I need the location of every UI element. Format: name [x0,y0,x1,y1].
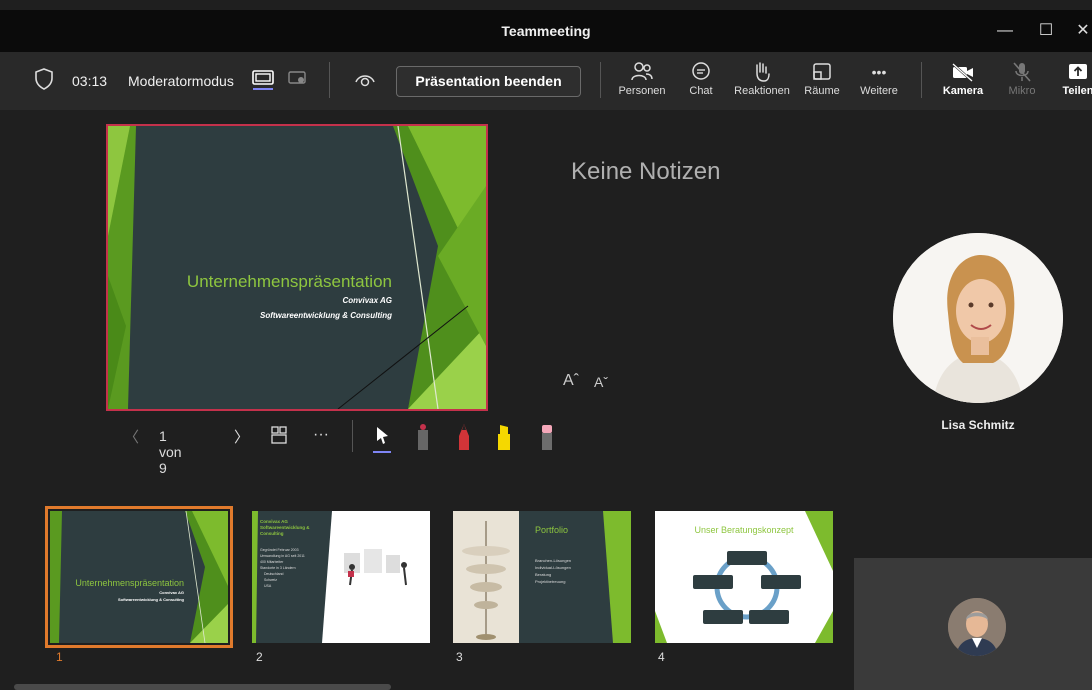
presenter-mode-label: Moderatormodus [128,73,234,89]
increase-font-button[interactable]: Aˆ [563,372,579,390]
private-view-icon[interactable] [354,70,376,93]
thumb-subtitle: Convivax AG [159,590,184,595]
mic-button[interactable]: Mikro [1002,59,1042,97]
self-avatar [948,598,1006,656]
people-icon [631,62,653,81]
reactions-label: Reaktionen [734,85,790,97]
rooms-button[interactable]: Räume [802,59,842,97]
more-label: Weitere [860,85,898,97]
next-slide-button[interactable]: 〉 [234,426,249,447]
thumb-bullet: Individual-Lösungen [535,565,571,570]
thumb-bullets: Gegründet Februar 2003 Umwandlung in AG … [260,547,324,589]
reactions-button[interactable]: Reaktionen [731,59,793,97]
close-button[interactable]: ✕ [1070,18,1092,44]
share-label: Teilen [1062,85,1092,97]
presenter-view-icon[interactable] [251,68,275,95]
laser-pointer-icon[interactable] [415,422,431,456]
red-pen-icon[interactable] [456,422,472,456]
slide-thumbnail-3[interactable]: Portfolio Branchen-Lösungen Individual-L… [453,511,631,643]
slide-title: Unternehmenspräsentation [186,272,392,291]
separator [329,62,330,98]
participant-name: Lisa Schmitz [941,418,1015,432]
thumb-bullets: Branchen-Lösungen Individual-Lösungen Be… [535,557,571,585]
more-button[interactable]: ••• Weitere [856,59,902,97]
shield-icon[interactable] [34,67,54,96]
pointer-tool-icon[interactable] [373,424,391,458]
camera-off-icon [952,63,973,82]
decrease-font-button[interactable]: Aˇ [594,374,608,390]
more-options-button[interactable]: ··· [313,426,329,444]
slide-counter: 1 von 9 [159,428,182,476]
eraser-icon[interactable] [539,422,555,456]
thumb-bullet: USA [264,584,272,588]
thumb-title: Convivax AG Softwareentwicklung & Consul… [260,519,310,536]
slide-subtitle-tagline: Softwareentwicklung & Consulting [259,311,392,320]
participant-avatar[interactable] [893,233,1063,403]
slide-subtitle-company: Convivax AG [342,296,393,305]
thumb-bullet: Projektbetreuung [535,579,566,584]
slide-thumbnail-4[interactable]: Unser Beratungskonzept [655,511,833,643]
slide-number-2: 2 [256,650,263,664]
highlighter-icon[interactable] [495,422,513,456]
end-presentation-button[interactable]: Präsentation beenden [396,66,581,97]
teams-meeting-window: Teammeeting — ☐ ✕ 03:13 Moderatormodus P… [0,0,1092,690]
thumbnail-scrollbar[interactable] [14,684,391,690]
thumb-title: Unser Beratungskonzept [694,525,794,535]
speaker-notes: Keine Notizen [571,158,721,185]
chat-label: Chat [689,85,713,97]
meeting-timer: 03:13 [72,73,108,89]
separator [921,62,922,98]
previous-slide-button[interactable]: 〈 [124,426,139,447]
camera-button[interactable]: Kamera [940,59,986,97]
chat-button[interactable]: Chat [681,59,721,97]
chat-icon [692,62,710,80]
maximize-button[interactable]: ☐ [1033,18,1059,44]
rooms-icon [813,63,831,80]
rooms-label: Räume [804,85,840,97]
hand-icon [756,62,770,82]
standout-mode-icon[interactable] [288,70,308,93]
title-bar: Teammeeting — ☐ ✕ [0,10,1092,52]
slide-thumbnail-1[interactable]: Unternehmenspräsentation Convivax AG Sof… [45,506,233,648]
separator [352,420,353,452]
more-icon: ••• [871,64,887,80]
thumb-bullet: Beratung [535,572,552,577]
people-button[interactable]: Personen [616,59,668,97]
thumb-title: Portfolio [535,525,569,535]
slide-number-3: 3 [456,650,463,664]
mic-off-icon [1013,62,1031,82]
mic-label: Mikro [1008,85,1036,97]
thumb-subtitle: Softwareentwicklung & Consulting [117,597,184,602]
share-button[interactable]: Teilen [1058,59,1092,97]
slide-number-1: 1 [56,650,63,664]
thumb-title: Unternehmenspräsentation [75,578,184,588]
grid-view-icon[interactable] [270,425,288,449]
minimize-button[interactable]: — [992,18,1018,44]
slide-number-4: 4 [658,650,665,664]
meeting-toolbar: 03:13 Moderatormodus Präsentation beende… [0,52,1092,110]
people-label: Personen [618,85,666,97]
separator [600,62,601,98]
thumb-bullet: Branchen-Lösungen [535,558,572,563]
window-title: Teammeeting [501,23,591,39]
share-icon [1069,64,1087,79]
slide-thumbnail-2[interactable]: Convivax AG Softwareentwicklung & Consul… [252,511,430,643]
camera-label: Kamera [942,85,984,97]
current-slide: Unternehmenspräsentation Convivax AG Sof… [106,124,488,411]
